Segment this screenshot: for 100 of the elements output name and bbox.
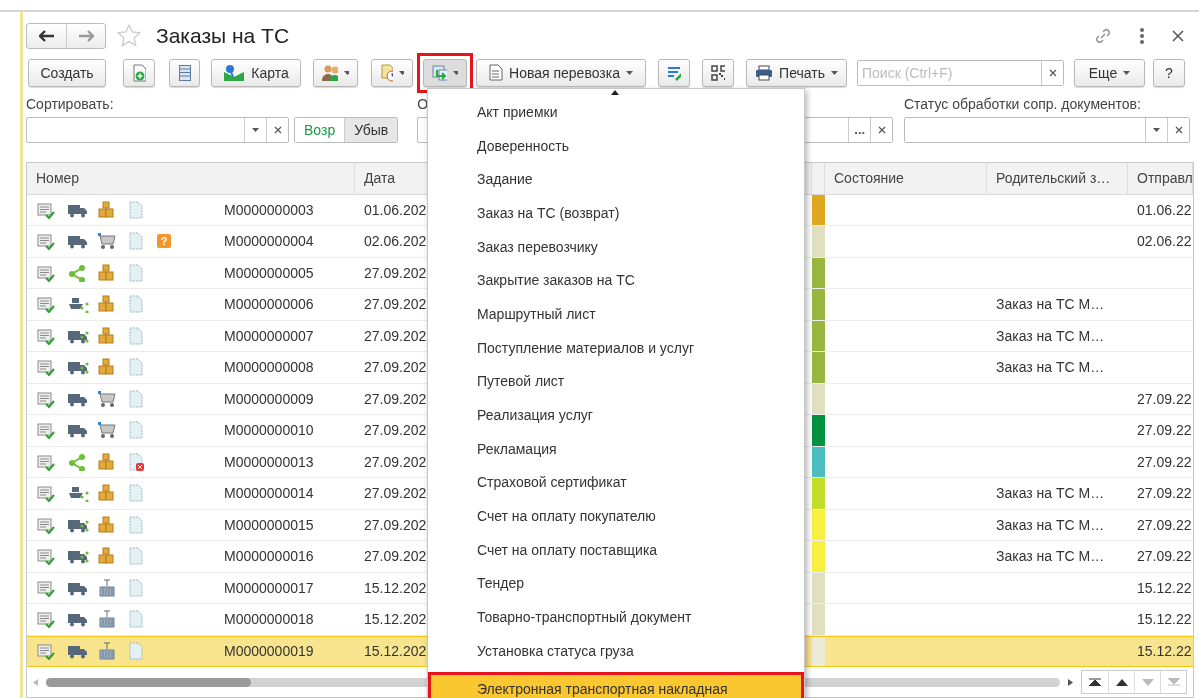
clear-search-button[interactable] [1041,60,1063,85]
clear-button[interactable] [1167,117,1189,142]
help-button[interactable]: ? [1153,58,1185,87]
menu-item[interactable]: Реализация услуг [428,398,804,432]
document-clock-button[interactable] [371,58,413,87]
clear-button[interactable] [266,117,288,142]
order-number: М0000000003 [224,201,314,218]
list-button[interactable] [169,58,200,87]
menu-item[interactable]: Заказ перевозчику [428,229,804,264]
scroll-right-icon[interactable] [1068,678,1073,686]
caret-down-icon [625,70,633,75]
first-icon [1089,678,1101,686]
document-check-icon [37,232,55,251]
sent-date-cell: 27.09.22 [1137,390,1192,407]
close-icon [877,125,886,134]
order-number: М0000000008 [224,359,314,376]
sent-date-cell: 27.09.22 [1137,422,1192,439]
menu-item[interactable]: Установка статуса груза [428,634,804,668]
menu-item[interactable]: Счет на оплату поставщика [428,532,804,567]
document-check-icon [37,515,55,534]
map-button[interactable]: Карта [211,58,301,87]
document-check-icon [37,389,55,408]
boxes-icon [97,200,115,219]
menu-item[interactable]: Акт приемки [428,95,804,129]
printer-icon [755,64,774,81]
search-field[interactable]: Поиск (Ctrl+F) [857,59,1064,86]
users-button[interactable] [313,58,358,87]
order-number: М0000000015 [224,516,314,533]
menu-item[interactable]: Закрытие заказов на ТС [428,263,804,298]
menu-item[interactable]: Поступление материалов и услуг [428,330,804,365]
add-document-button[interactable] [123,58,155,87]
triangle-up-icon [1115,678,1128,686]
document-icon [127,610,145,629]
column-header[interactable]: Родительский з… [987,162,1128,194]
date-cell: 02.06.202 [364,233,427,250]
document-icon [127,295,145,314]
date-cell: 27.09.202 [364,516,427,533]
new-transport-button[interactable]: Новая перевозка [476,58,646,87]
share-icon [67,452,87,471]
star-icon[interactable] [116,22,142,49]
date-cell: 15.12.202 [364,579,427,596]
qr-code-icon [711,64,725,81]
sent-date-cell: 27.09.22 [1137,548,1192,565]
sent-date-cell: 15.12.22 [1137,611,1192,628]
order-number: М0000000010 [224,422,314,439]
menu-item[interactable]: Тендер [428,566,804,601]
document-icon [127,642,145,661]
cart-icon [97,389,117,408]
users-icon [322,63,338,82]
menu-item[interactable]: Счет на оплату покупателю [428,499,804,533]
cart-icon [97,232,117,251]
order-number: М0000000019 [224,643,314,660]
menu-item[interactable]: Доверенность [428,128,804,163]
date-cell: 27.09.202 [364,264,427,281]
document-error-icon [127,452,145,471]
create-based-on-button[interactable] [423,58,467,87]
menu-item[interactable]: Путевой лист [428,364,804,399]
document-icon [489,64,504,82]
container-icon [97,578,117,597]
boxes-icon [97,515,115,534]
menu-item[interactable]: Товарно-транспортный документ [428,600,804,634]
order-number: М0000000006 [224,296,314,313]
document-check-icon [37,358,55,377]
scrollbar-thumb[interactable] [46,677,251,687]
menu-item[interactable]: Маршрутный лист [428,297,804,331]
field-label: Сортировать: [26,95,115,112]
kebab-icon [1140,27,1144,44]
list-icon [178,64,191,81]
menu-item[interactable]: Заказ на ТС (возврат) [428,196,804,230]
date-cell: 01.06.202 [364,201,427,218]
column-header[interactable]: Номер [27,162,355,194]
column-header[interactable]: Состояние [825,162,987,194]
container-icon [97,642,117,661]
column-header[interactable]: Отправл [1128,162,1193,194]
clear-button[interactable] [870,117,893,142]
document-icon [127,421,145,440]
ship-share-icon [67,295,89,314]
document-check-icon [37,326,55,345]
document-check-icon [37,452,55,471]
more-actions-button[interactable]: Еще [1074,58,1145,87]
close-icon [1172,29,1184,42]
order-number: М0000000004 [224,233,314,250]
order-number: М0000000017 [224,579,314,596]
menu-item[interactable]: Задание [428,162,804,197]
date-cell: 27.09.202 [364,485,427,502]
edit-list-button[interactable] [658,58,690,87]
document-check-icon [37,200,55,219]
menu-item[interactable]: Электронная транспортная накладная [428,671,804,698]
order-number: М0000000014 [224,485,314,502]
create-button[interactable]: Создать [28,58,106,87]
print-button[interactable]: Печать [746,58,847,87]
menu-item[interactable]: Страховой сертификат [428,465,804,500]
qr-code-button[interactable] [702,58,734,87]
parent-order-cell: Заказ на ТС М… [996,327,1105,344]
menu-item[interactable]: Рекламация [428,431,804,466]
scroll-left-icon[interactable] [33,678,38,686]
sort-order-button[interactable]: Убыв [344,117,398,142]
caret-down-icon [452,70,458,75]
sent-date-cell: 01.06.22 [1137,201,1192,218]
parent-order-cell: Заказ на ТС М… [996,485,1105,502]
